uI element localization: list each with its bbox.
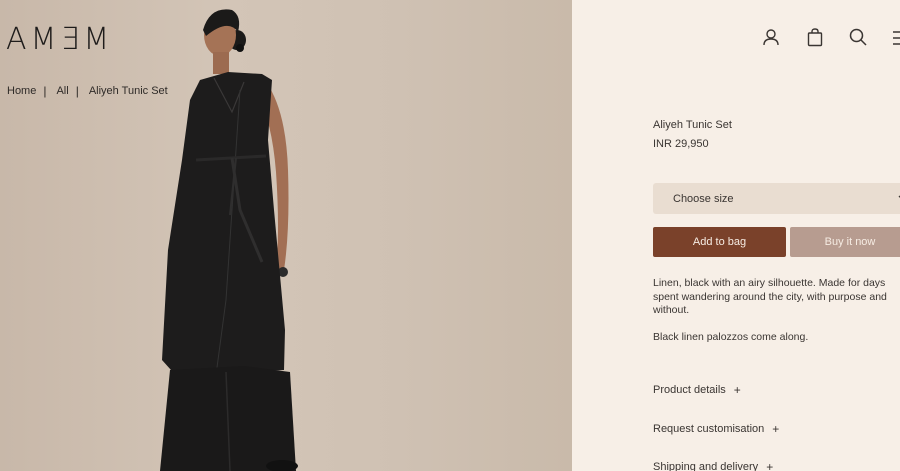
- product-description: Linen, black with an airy silhouette. Ma…: [653, 277, 900, 344]
- accordion-label: Shipping and delivery: [653, 461, 759, 471]
- brand-logo[interactable]: AMƎM: [6, 22, 113, 57]
- search-icon[interactable]: [847, 27, 869, 47]
- breadcrumb-separator: |: [75, 84, 79, 98]
- plus-icon: +: [772, 422, 780, 436]
- plus-icon: +: [733, 383, 741, 397]
- accordion-label: Product details: [653, 384, 726, 396]
- description-paragraph: Linen, black with an airy silhouette. Ma…: [653, 277, 887, 316]
- breadcrumb-separator: |: [43, 84, 47, 98]
- accordion-label: Request customisation: [653, 423, 765, 435]
- buy-now-button[interactable]: Buy it now: [790, 227, 900, 257]
- accordion-shipping-delivery[interactable]: Shipping and delivery +: [653, 460, 773, 471]
- product-price: INR 29,950: [653, 138, 709, 150]
- breadcrumb-all[interactable]: All: [56, 85, 68, 97]
- breadcrumb-current: Aliyeh Tunic Set: [88, 85, 168, 97]
- bag-icon[interactable]: [804, 27, 826, 47]
- plus-icon: +: [766, 460, 774, 471]
- product-panel: Aliyeh Tunic Set INR 29,950 Choose size …: [572, 0, 900, 471]
- product-photo: AMƎM Home | All | Aliyeh Tunic Set: [0, 0, 572, 471]
- accordion-request-customisation[interactable]: Request customisation +: [653, 422, 779, 436]
- model-illustration: [160, 9, 298, 471]
- breadcrumb: Home | All | Aliyeh Tunic Set: [7, 84, 168, 98]
- size-select[interactable]: Choose size: [653, 183, 900, 214]
- size-select-label: Choose size: [673, 192, 734, 205]
- breadcrumb-home[interactable]: Home: [7, 85, 36, 97]
- user-icon[interactable]: [760, 27, 782, 47]
- add-to-bag-button[interactable]: Add to bag: [653, 227, 786, 257]
- menu-icon[interactable]: [888, 28, 900, 48]
- accordion-product-details[interactable]: Product details +: [653, 383, 741, 397]
- description-paragraph: Black linen palozzos come along.: [653, 330, 809, 343]
- product-title: Aliyeh Tunic Set: [653, 119, 732, 131]
